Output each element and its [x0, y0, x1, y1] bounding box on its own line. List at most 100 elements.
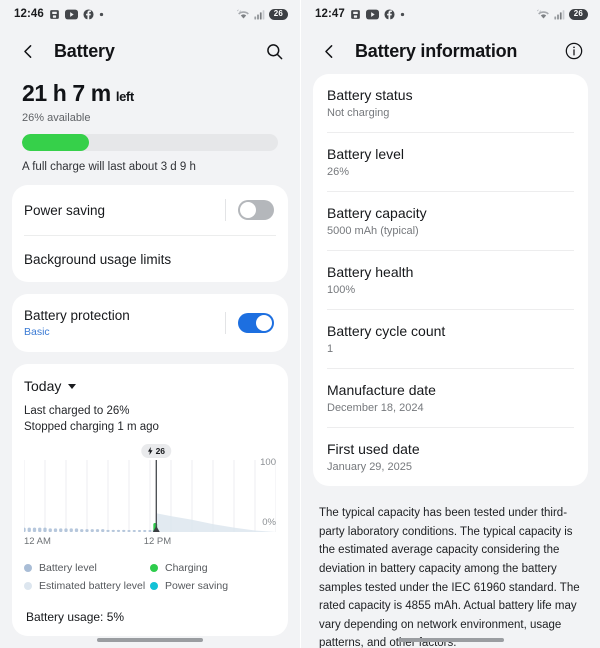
- more-dot-icon: [99, 12, 104, 17]
- status-time: 12:46: [14, 8, 44, 20]
- status-battery-badge: 26: [568, 8, 588, 20]
- legend-label-power-saving: Power saving: [165, 579, 229, 592]
- battery-level-bar: [64, 528, 68, 532]
- battery-level-bar: [59, 528, 63, 532]
- period-selector[interactable]: Today: [24, 378, 276, 394]
- power-saving-toggle[interactable]: [238, 200, 274, 220]
- battery-level-bar: [38, 527, 42, 532]
- info-row-label: Battery capacity: [327, 205, 427, 221]
- battery-level-bar: [43, 527, 47, 532]
- row-divider-vertical: [225, 199, 226, 221]
- power-saving-label: Power saving: [24, 202, 106, 218]
- info-row-label: First used date: [327, 441, 420, 457]
- page-title: Battery information: [355, 40, 518, 61]
- battery-level-bar: [116, 529, 121, 532]
- charging-bolt-icon: [148, 446, 153, 455]
- back-icon[interactable]: [16, 39, 40, 63]
- page-title: Battery: [54, 40, 115, 61]
- row-divider-vertical: [225, 312, 226, 334]
- battery-level-bar: [106, 529, 110, 532]
- info-row-label: Battery health: [327, 264, 414, 280]
- battery-level-bar: [48, 528, 52, 532]
- legend-item-estimated-battery-level: Estimated battery level: [24, 580, 150, 592]
- facebook-icon: [384, 8, 395, 20]
- legend-label-battery-level: Battery level: [39, 561, 97, 574]
- battery-level-bar: [101, 528, 105, 532]
- gallery-icon: [350, 9, 361, 20]
- y-axis-min-label: 0%: [262, 516, 276, 528]
- row-background-usage-limits[interactable]: Background usage limits: [12, 236, 288, 282]
- dual-screenshot: 12:46 26 Battery 21 h 7 m left 26% avail…: [0, 0, 600, 648]
- info-row: Battery cycle count 1: [313, 310, 588, 368]
- toggle-knob: [256, 315, 272, 331]
- time-remaining-suffix: left: [115, 89, 134, 104]
- home-indicator[interactable]: [397, 638, 504, 642]
- charge-info: Last charged to 26% Stopped charging 1 m…: [24, 403, 276, 436]
- battery-level-bar: [85, 528, 89, 532]
- battery-level-bar: [80, 528, 84, 532]
- info-row: Battery level 26%: [313, 133, 588, 191]
- signal-icon: [554, 9, 565, 20]
- row-battery-protection[interactable]: Battery protection Basic: [12, 294, 288, 352]
- battery-level-bar: [74, 528, 79, 532]
- info-row-label: Battery status: [327, 87, 413, 103]
- battery-level-bar: [22, 527, 26, 532]
- battery-level-bar: [32, 527, 37, 532]
- info-row: Battery capacity 5000 mAh (typical): [313, 192, 588, 250]
- legend-item-charging: Charging: [150, 562, 276, 574]
- capacity-footnote: The typical capacity has been tested und…: [319, 507, 580, 648]
- battery-level-bar: [69, 528, 73, 532]
- signal-icon: [254, 9, 265, 20]
- battery-level-bar: [27, 527, 31, 532]
- youtube-icon: [365, 9, 379, 20]
- facebook-icon: [83, 8, 94, 20]
- stopped-charging-text: Stopped charging 1 m ago: [24, 421, 159, 434]
- battery-level-bar: [137, 529, 142, 532]
- app-bar: Battery: [0, 28, 300, 74]
- chart-plot-area: [22, 459, 277, 532]
- battery-level-bar: [132, 529, 136, 532]
- status-bar: 12:47 26: [301, 0, 600, 28]
- battery-level-bar: [53, 528, 58, 532]
- battery-level-bar: [90, 528, 94, 532]
- home-indicator[interactable]: [97, 638, 203, 642]
- battery-protection-toggle[interactable]: [238, 313, 274, 333]
- info-row: Battery status Not charging: [313, 74, 588, 132]
- info-row-value: 100%: [327, 284, 356, 296]
- battery-progress-bar: [22, 134, 278, 151]
- status-time: 12:47: [315, 8, 345, 20]
- info-icon[interactable]: [562, 39, 586, 63]
- info-row: Battery health 100%: [313, 251, 588, 309]
- search-icon[interactable]: [262, 39, 286, 63]
- battery-summary: 21 h 7 m left 26% available A full charg…: [12, 74, 288, 173]
- legend-label-charging: Charging: [165, 561, 208, 574]
- time-remaining-row: 21 h 7 m left: [22, 80, 278, 107]
- info-row-value: Not charging: [327, 107, 390, 119]
- legend-dot-estimated-battery-level: [24, 581, 32, 590]
- toggle-knob: [240, 202, 256, 218]
- percent-available: 26% available: [22, 112, 91, 124]
- wifi-icon: [236, 8, 250, 20]
- estimated-battery-area: [156, 512, 276, 532]
- more-dot-icon: [400, 12, 405, 17]
- row-power-saving[interactable]: Power saving: [12, 185, 288, 235]
- battery-information-screen: 12:47 26 Battery information Battery sta…: [300, 0, 600, 648]
- full-charge-estimate: A full charge will last about 3 d 9 h: [22, 161, 196, 173]
- battery-protection-label: Battery protection: [24, 308, 130, 323]
- info-row-value: December 18, 2024: [327, 402, 424, 414]
- battery-level-bar: [148, 529, 152, 532]
- time-remaining: 21 h 7 m: [22, 80, 111, 106]
- battery-content: 21 h 7 m left 26% available A full charg…: [0, 74, 300, 636]
- status-bar: 12:46 26: [0, 0, 300, 28]
- info-row-label: Battery level: [327, 146, 405, 162]
- legend-label-estimated-battery-level: Estimated battery level: [39, 579, 146, 592]
- info-row-value: 26%: [327, 166, 350, 178]
- battery-level-bar: [127, 529, 131, 532]
- back-icon[interactable]: [317, 39, 341, 63]
- battery-level-bar: [95, 528, 100, 532]
- info-row-value: January 29, 2025: [327, 461, 413, 473]
- legend-item-power-saving: Power saving: [150, 580, 276, 592]
- nav-bar: [301, 638, 600, 642]
- info-row-value: 1: [327, 343, 334, 355]
- now-marker-badge: 26: [141, 443, 172, 458]
